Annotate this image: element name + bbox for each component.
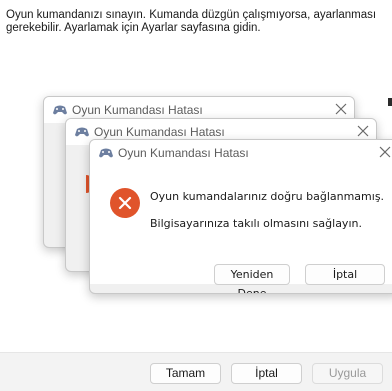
game-controller-settings-window: Oyun kumandanızı sınayın. Kumanda düzgün… xyxy=(0,0,392,391)
dialog-title: Oyun Kumandası Hatası xyxy=(72,103,203,117)
error-message-line2: Bilgisayarınıza takılı olmasını sağlayın… xyxy=(150,217,362,230)
error-dialog-3: Oyun Kumandası Hatası Oyun kumandalarını… xyxy=(89,139,392,294)
gamepad-icon xyxy=(53,105,67,115)
instruction-text: Oyun kumandanızı sınayın. Kumanda düzgün… xyxy=(6,9,377,34)
gamepad-icon xyxy=(99,148,113,158)
error-icon xyxy=(110,188,140,218)
dialog-titlebar: Oyun Kumandası Hatası xyxy=(90,140,392,166)
cancel-button[interactable]: İptal xyxy=(231,363,302,384)
dialog-cancel-button[interactable]: İptal xyxy=(305,264,385,285)
settings-footer: Tamam İptal Uygula xyxy=(0,352,392,391)
window-edge xyxy=(388,98,392,106)
dialog-title: Oyun Kumandası Hatası xyxy=(118,146,249,160)
dialog-title: Oyun Kumandası Hatası xyxy=(94,125,225,139)
retry-button[interactable]: Yeniden Dene xyxy=(214,264,290,293)
close-icon[interactable] xyxy=(378,145,392,159)
close-icon[interactable] xyxy=(356,124,370,138)
apply-button[interactable]: Uygula xyxy=(312,363,383,384)
gamepad-icon xyxy=(75,127,89,137)
ok-button[interactable]: Tamam xyxy=(150,363,221,384)
error-message-line1: Oyun kumandalarınız doğru bağlanmamış. xyxy=(150,190,385,203)
close-icon[interactable] xyxy=(334,102,348,116)
